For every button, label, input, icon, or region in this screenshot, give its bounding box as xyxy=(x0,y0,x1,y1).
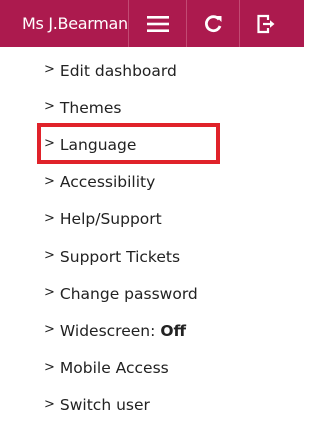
chevron-right-icon: > xyxy=(44,210,55,226)
highlight-box xyxy=(37,123,220,164)
chevron-right-icon: > xyxy=(44,396,55,412)
menu-item-label: Switch user xyxy=(59,396,150,415)
menu-item-help-support[interactable]: > Help/Support xyxy=(44,201,198,238)
user-name[interactable]: Ms J.Bearman xyxy=(0,0,128,47)
logout-button[interactable] xyxy=(239,0,292,47)
menu-item-label: Themes xyxy=(59,98,122,117)
menu-item-switch-user[interactable]: > Switch user xyxy=(44,387,198,424)
menu-item-label: Help/Support xyxy=(59,210,162,229)
widescreen-status: Off xyxy=(160,321,187,340)
chevron-right-icon: > xyxy=(44,173,55,189)
chevron-right-icon: > xyxy=(44,248,55,264)
chevron-right-icon: > xyxy=(44,322,55,338)
menu-item-themes[interactable]: > Themes xyxy=(44,89,198,126)
chevron-right-icon: > xyxy=(44,99,55,115)
chevron-right-icon: > xyxy=(44,285,55,301)
menu-item-support-tickets[interactable]: > Support Tickets xyxy=(44,238,198,275)
menu-item-label: Accessibility xyxy=(59,173,156,192)
refresh-icon xyxy=(205,14,222,32)
menu-item-label: Edit dashboard xyxy=(59,61,177,80)
chevron-right-icon: > xyxy=(44,62,55,78)
hamburger-menu-icon xyxy=(146,15,169,32)
menu-item-label: Support Tickets xyxy=(59,247,181,266)
menu-item-change-password[interactable]: > Change password xyxy=(44,275,198,312)
top-bar: Ms J.Bearman xyxy=(0,0,304,47)
menu-button[interactable] xyxy=(128,0,186,47)
logout-icon xyxy=(257,14,275,33)
menu-item-accessibility[interactable]: > Accessibility xyxy=(44,164,198,201)
menu-item-mobile-access[interactable]: > Mobile Access xyxy=(44,350,198,387)
menu-item-label: Mobile Access xyxy=(59,359,169,378)
menu-item-label: Widescreen: xyxy=(59,321,156,340)
menu-item-widescreen[interactable]: > Widescreen: Off xyxy=(44,312,198,349)
chevron-right-icon: > xyxy=(44,359,55,375)
refresh-button[interactable] xyxy=(186,0,239,47)
settings-menu: > Edit dashboard > Themes > Language > Acces… xyxy=(44,52,198,424)
menu-item-edit-dashboard[interactable]: > Edit dashboard xyxy=(44,52,198,89)
menu-item-label: Change password xyxy=(59,284,198,303)
